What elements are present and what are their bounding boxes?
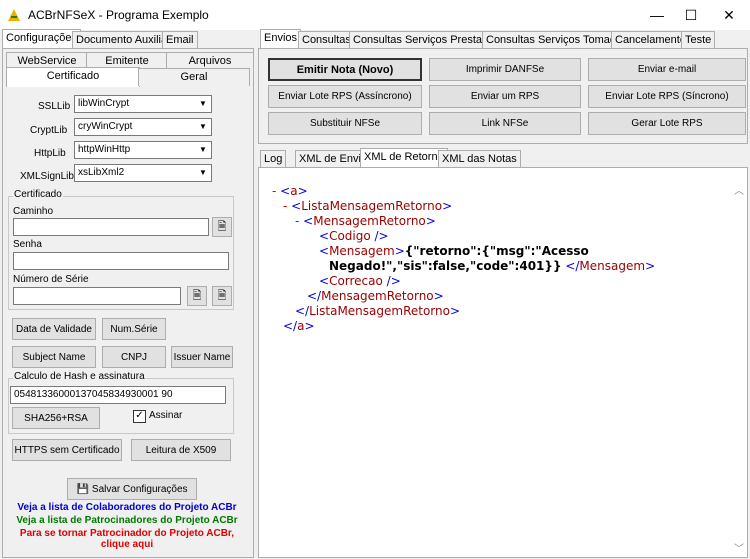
xml-text-1: {"retorno":{"msg":"Acesso bbox=[404, 244, 589, 258]
link-nfse-button[interactable]: Link NFSe bbox=[429, 112, 581, 135]
xml-line-msg-close: </MensagemRetorno> bbox=[307, 289, 444, 303]
ssllib-label: SSLLib bbox=[38, 101, 71, 112]
issuer-name-button[interactable]: Issuer Name bbox=[171, 346, 233, 368]
tab-consultas[interactable]: Consultas bbox=[298, 31, 355, 49]
scroll-down-icon[interactable]: ﹀ bbox=[734, 540, 744, 555]
enviar-lote-assincrono-button[interactable]: Enviar Lote RPS (Assíncrono) bbox=[268, 85, 422, 108]
cryptlib-label: CryptLib bbox=[30, 125, 68, 136]
xmlsignlib-select[interactable]: xsLibXml2 ▼ bbox=[74, 164, 212, 182]
xml-tag-lista: ListaMensagemRetorno bbox=[301, 199, 443, 213]
select-cert-icon[interactable]: 🗎 bbox=[212, 286, 232, 306]
scroll-up-icon[interactable]: ︿ bbox=[734, 182, 744, 197]
imprimir-danfse-button[interactable]: Imprimir DANFSe bbox=[429, 58, 581, 81]
window-title: ACBrNFSeX - Programa Exemplo bbox=[28, 8, 209, 22]
xml-tag-lista-close: ListaMensagemRetorno bbox=[309, 304, 450, 318]
chevron-down-icon: ▼ bbox=[199, 145, 207, 154]
xml-tag-msg-close: MensagemRetorno bbox=[321, 289, 434, 303]
ssllib-value: libWinCrypt bbox=[78, 98, 130, 109]
tab-cancelamento[interactable]: Cancelamento bbox=[611, 31, 690, 49]
xml-line-codigo: <Codigo /> bbox=[319, 229, 389, 243]
emitir-nota-button[interactable]: Emitir Nota (Novo) bbox=[268, 58, 422, 81]
caminho-field[interactable] bbox=[13, 218, 209, 236]
xml-tag-codigo: Codigo bbox=[329, 229, 371, 243]
collapse-icon[interactable]: - bbox=[283, 199, 287, 213]
xml-line-a-open: - <a> bbox=[272, 184, 308, 198]
httplib-label: HttpLib bbox=[34, 148, 66, 159]
tab-configuracoes[interactable]: Configurações bbox=[2, 29, 81, 49]
ssllib-select[interactable]: libWinCrypt ▼ bbox=[74, 95, 212, 113]
enviar-email-button[interactable]: Enviar e-mail bbox=[588, 58, 746, 81]
assinar-checkbox[interactable]: ✓ bbox=[133, 410, 146, 423]
colaboradores-link[interactable]: Veja a lista de Colaboradores do Projeto… bbox=[0, 502, 254, 513]
xml-line-a-close: </a> bbox=[283, 319, 315, 333]
httplib-value: httpWinHttp bbox=[78, 144, 131, 155]
sha256-rsa-button[interactable]: SHA256+RSA bbox=[12, 407, 100, 429]
senha-label: Senha bbox=[13, 239, 42, 250]
tab-geral[interactable]: Geral bbox=[138, 68, 250, 86]
collapse-icon[interactable]: - bbox=[295, 214, 299, 228]
tab-certificado[interactable]: Certificado bbox=[6, 67, 140, 87]
chevron-down-icon: ▼ bbox=[199, 99, 207, 108]
save-button-label: Salvar Configurações bbox=[91, 483, 188, 495]
https-sem-certificado-button[interactable]: HTTPS sem Certificado bbox=[12, 439, 122, 461]
data-validade-button[interactable]: Data de Validade bbox=[12, 318, 96, 340]
num-serie-button[interactable]: Num.Série bbox=[102, 318, 166, 340]
httplib-select[interactable]: httpWinHttp ▼ bbox=[74, 141, 212, 159]
patrocinadores-link[interactable]: Veja a lista de Patrocinadores do Projet… bbox=[0, 515, 254, 526]
enviar-um-rps-button[interactable]: Enviar um RPS bbox=[429, 85, 581, 108]
cryptlib-value: cryWinCrypt bbox=[78, 121, 133, 132]
tab-teste[interactable]: Teste bbox=[681, 31, 716, 49]
caminho-label: Caminho bbox=[13, 206, 54, 217]
browse-file-icon[interactable]: 🗎 bbox=[212, 217, 232, 237]
xml-line-mensagem: <Mensagem>{"retorno":{"msg":"Acesso bbox=[319, 244, 589, 258]
close-button[interactable]: ✕ bbox=[706, 0, 750, 30]
numserie-field[interactable] bbox=[13, 287, 181, 305]
save-icon: 💾 bbox=[76, 483, 89, 495]
tornar-patrocinador-link[interactable]: Para se tornar Patrocinador do Projeto A… bbox=[0, 528, 254, 539]
xmlsignlib-label: XMLSignLib bbox=[20, 171, 74, 182]
senha-field[interactable] bbox=[13, 252, 229, 270]
numserie-label: Número de Série bbox=[13, 274, 89, 285]
app-logo-icon bbox=[8, 9, 20, 21]
leitura-x509-button[interactable]: Leitura de X509 bbox=[131, 439, 231, 461]
hash-input[interactable]: 05481336000137045834930001 90 bbox=[10, 386, 226, 404]
enviar-lote-sincrono-button[interactable]: Enviar Lote RPS (Síncrono) bbox=[588, 85, 746, 108]
xml-tag-msg: MensagemRetorno bbox=[313, 214, 426, 228]
assinar-label: Assinar bbox=[149, 410, 183, 421]
tab-xml-retorno[interactable]: XML de Retorno bbox=[360, 148, 448, 168]
tab-xml-notas[interactable]: XML das Notas bbox=[438, 150, 521, 168]
tab-consultas-tomados[interactable]: Consultas Serviços Tomados bbox=[482, 31, 632, 49]
xml-line-lista-open: - <ListaMensagemRetorno> bbox=[283, 199, 453, 213]
cnpj-button[interactable]: CNPJ bbox=[102, 346, 166, 368]
lookup-cert-icon[interactable]: 🗎 bbox=[187, 286, 207, 306]
xml-text-2: Negado!","sis":false,"code":401}} bbox=[329, 259, 562, 273]
tab-log[interactable]: Log bbox=[260, 150, 287, 168]
tab-email[interactable]: Email bbox=[162, 31, 198, 49]
tab-envios[interactable]: Envios bbox=[260, 29, 302, 49]
collapse-icon[interactable]: - bbox=[272, 184, 276, 198]
xml-line-correcao: <Correcao /> bbox=[319, 274, 401, 288]
gerar-lote-rps-button[interactable]: Gerar Lote RPS bbox=[588, 112, 746, 135]
xml-tag-a: a bbox=[290, 184, 298, 198]
cryptlib-select[interactable]: cryWinCrypt ▼ bbox=[74, 118, 212, 136]
subject-name-button[interactable]: Subject Name bbox=[12, 346, 96, 368]
xml-tag-mensagem: Mensagem bbox=[329, 244, 395, 258]
xml-tag-mensagem-close: Mensagem bbox=[579, 259, 646, 273]
chevron-down-icon: ▼ bbox=[199, 122, 207, 131]
xml-line-mensagem-cont: Negado!","sis":false,"code":401}} </Mens… bbox=[329, 259, 656, 273]
xmlsignlib-value: xsLibXml2 bbox=[78, 167, 125, 178]
certificado-group-title: Certificado bbox=[13, 189, 63, 200]
salvar-configuracoes-button[interactable]: 💾 Salvar Configurações bbox=[67, 478, 197, 500]
xml-tag-correcao: Correcao bbox=[329, 274, 383, 288]
tab-consultas-prestados[interactable]: Consultas Serviços Prestados bbox=[349, 31, 504, 49]
clique-aqui-link[interactable]: clique aqui bbox=[0, 539, 254, 550]
chevron-down-icon: ▼ bbox=[199, 168, 207, 177]
tab-documento-auxiliar[interactable]: Documento Auxiliar bbox=[72, 31, 175, 49]
hash-group-title: Calculo de Hash e assinatura bbox=[13, 371, 146, 382]
substituir-nfse-button[interactable]: Substituir NFSe bbox=[268, 112, 422, 135]
xml-line-msg-open: - <MensagemRetorno> bbox=[295, 214, 436, 228]
xml-line-lista-close: </ListaMensagemRetorno> bbox=[295, 304, 461, 318]
